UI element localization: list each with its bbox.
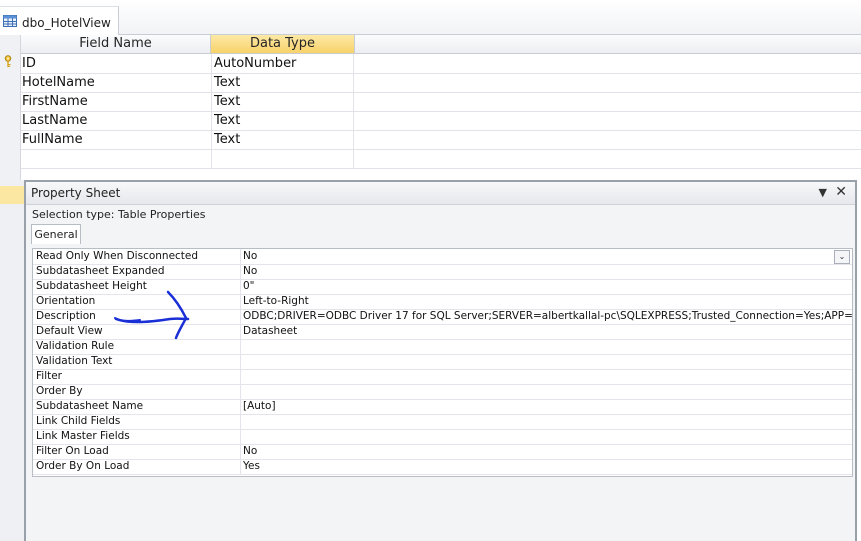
field-name-header[interactable]: Field Name	[21, 35, 211, 54]
property-value[interactable]	[241, 339, 853, 354]
property-row[interactable]: Validation Rule	[33, 339, 852, 355]
chevron-down-icon[interactable]: ⌄	[834, 250, 850, 264]
data-type-cell[interactable]: Text	[211, 73, 354, 92]
property-value[interactable]	[241, 414, 853, 429]
property-name: Link Child Fields	[33, 414, 241, 429]
property-value[interactable]: No	[241, 444, 853, 459]
field-name-cell[interactable]: LastName	[21, 111, 212, 130]
document-tab-bar: dbo_HotelView	[0, 0, 861, 35]
field-name-cell[interactable]: HotelName	[21, 73, 212, 92]
property-name: Read Only When Disconnected	[33, 249, 241, 264]
property-value[interactable]: No	[241, 264, 853, 279]
table-icon	[3, 15, 17, 27]
property-value-combo[interactable]: No	[241, 249, 853, 264]
annotation-arrow	[114, 290, 190, 340]
property-value[interactable]: Yes	[241, 459, 853, 474]
field-name-cell[interactable]: ID	[21, 54, 212, 73]
table-row[interactable]: FirstName Text	[21, 92, 861, 112]
table-row[interactable]: FullName Text	[21, 130, 861, 150]
data-type-cell[interactable]: Text	[211, 130, 354, 149]
field-name-cell[interactable]	[21, 149, 212, 168]
property-sheet-title: Property Sheet	[31, 186, 121, 200]
field-design-grid: Field Name Data Type ID AutoNumber Hotel…	[0, 35, 861, 180]
field-name-cell[interactable]: FullName	[21, 130, 212, 149]
property-name: Validation Text	[33, 354, 241, 369]
property-row[interactable]: Filter On Load No	[33, 444, 852, 460]
table-row-empty[interactable]	[21, 149, 861, 169]
property-row[interactable]: Order By	[33, 384, 852, 400]
property-value[interactable]	[241, 369, 853, 384]
table-row[interactable]: HotelName Text	[21, 73, 861, 93]
selection-type-label: Selection type: Table Properties	[32, 208, 206, 221]
property-row[interactable]: Subdatasheet Name [Auto]	[33, 399, 852, 415]
property-row[interactable]: Validation Text	[33, 354, 852, 370]
data-type-cell[interactable]: AutoNumber	[211, 54, 354, 73]
data-type-cell[interactable]	[211, 149, 354, 168]
property-row[interactable]: Filter	[33, 369, 852, 385]
property-name: Filter	[33, 369, 241, 384]
property-value[interactable]: Datasheet	[241, 324, 853, 339]
property-value[interactable]	[241, 429, 853, 444]
property-name: Validation Rule	[33, 339, 241, 354]
primary-key-icon	[4, 55, 12, 67]
data-type-cell[interactable]: Text	[211, 92, 354, 111]
property-sheet-pane: Property Sheet ▼ ✕ Selection type: Table…	[24, 180, 857, 541]
property-value[interactable]: [Auto]	[241, 399, 853, 414]
data-type-cell[interactable]: Text	[211, 111, 354, 130]
property-value[interactable]	[241, 354, 853, 369]
property-row[interactable]: Read Only When Disconnected No ⌄	[33, 249, 852, 265]
data-type-header[interactable]: Data Type	[211, 35, 355, 54]
property-name: Order By	[33, 384, 241, 399]
property-row[interactable]: Link Master Fields	[33, 429, 852, 445]
property-row[interactable]: Subdatasheet Expanded No	[33, 264, 852, 280]
document-tab[interactable]: dbo_HotelView	[0, 6, 119, 35]
property-row[interactable]: Link Child Fields	[33, 414, 852, 430]
property-name: Filter On Load	[33, 444, 241, 459]
property-value[interactable]	[241, 384, 853, 399]
property-name: Subdatasheet Name	[33, 399, 241, 414]
close-icon[interactable]: ✕	[835, 184, 847, 200]
table-row[interactable]: LastName Text	[21, 111, 861, 131]
table-row[interactable]: ID AutoNumber	[21, 54, 861, 74]
tab-general[interactable]: General	[31, 224, 81, 244]
left-gutter	[0, 180, 24, 541]
field-name-cell[interactable]: FirstName	[21, 92, 212, 111]
document-tab-label: dbo_HotelView	[22, 16, 111, 30]
property-value[interactable]: ODBC;DRIVER=ODBC Driver 17 for SQL Serve…	[241, 309, 853, 324]
property-value[interactable]: Left-to-Right	[241, 294, 853, 309]
pane-menu-icon[interactable]: ▼	[819, 186, 827, 199]
property-row[interactable]: Order By On Load Yes	[33, 459, 852, 475]
property-value[interactable]: 0"	[241, 279, 853, 294]
property-name: Order By On Load	[33, 459, 241, 474]
property-grid: Read Only When Disconnected No ⌄ Subdata…	[32, 248, 853, 477]
property-sheet-titlebar: Property Sheet ▼ ✕	[26, 182, 855, 205]
property-name: Subdatasheet Expanded	[33, 264, 241, 279]
description-header[interactable]	[355, 35, 861, 54]
property-name: Link Master Fields	[33, 429, 241, 444]
gutter-highlight	[0, 186, 24, 204]
